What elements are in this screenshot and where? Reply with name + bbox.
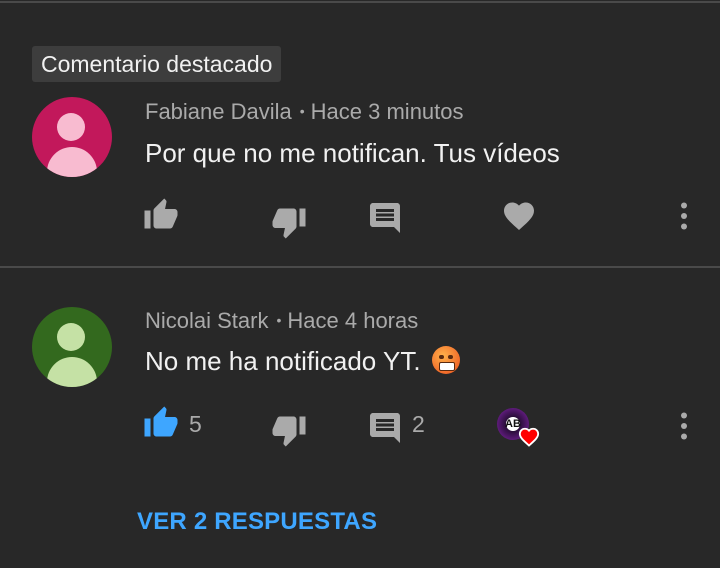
comment-author[interactable]: Fabiane Davila: [145, 99, 292, 124]
reply-icon: [370, 413, 400, 443]
avatar-head-shape: [57, 323, 85, 351]
divider-top: [0, 1, 720, 3]
avatar-body-shape: [47, 147, 97, 177]
like-icon: [144, 198, 178, 229]
more-options-button[interactable]: [666, 198, 702, 234]
comment-author[interactable]: Nicolai Stark: [145, 308, 268, 333]
more-vert-icon: [681, 412, 687, 440]
angry-face-emoji-icon: [431, 346, 460, 374]
avatar-head-shape: [57, 113, 85, 141]
divider-comments: [0, 266, 720, 268]
avatar-body-shape: [47, 357, 97, 387]
like-icon: [144, 406, 178, 437]
more-vert-icon: [681, 202, 687, 230]
dislike-button[interactable]: [271, 412, 307, 448]
meta-separator: •: [276, 312, 282, 328]
avatar[interactable]: [32, 307, 112, 387]
reply-count: 2: [412, 411, 425, 437]
creator-heart-badge[interactable]: AB: [497, 408, 541, 448]
comment-time[interactable]: Hace 4 horas: [287, 308, 418, 333]
reply-icon: [370, 203, 400, 233]
more-options-button[interactable]: [666, 408, 702, 444]
comment-time[interactable]: Hace 3 minutos: [311, 99, 464, 124]
reply-button[interactable]: [367, 410, 403, 446]
comment-text: Por que no me notifican. Tus vídeos: [145, 138, 560, 168]
heart-button[interactable]: [501, 198, 537, 234]
like-count: 5: [189, 411, 202, 437]
creator-heart-icon: [518, 427, 540, 447]
reply-button[interactable]: [367, 200, 403, 236]
highlighted-comment-badge: Comentario destacado: [32, 46, 282, 82]
like-button[interactable]: [143, 197, 179, 233]
dislike-icon: [272, 416, 306, 447]
dislike-button[interactable]: [271, 204, 307, 240]
comment-text: No me ha notificado YT.: [145, 346, 421, 376]
meta-separator: •: [299, 103, 305, 119]
like-button[interactable]: [143, 405, 179, 441]
comment-meta: Nicolai Stark • Hace 4 horas: [145, 308, 418, 334]
view-replies-button[interactable]: VER 2 RESPUESTAS: [137, 508, 377, 536]
dislike-icon: [272, 208, 306, 239]
avatar[interactable]: [32, 97, 112, 177]
heart-icon: [504, 202, 534, 231]
comment-text-row: No me ha notificado YT.: [145, 346, 460, 377]
comment-meta: Fabiane Davila • Hace 3 minutos: [145, 99, 464, 125]
